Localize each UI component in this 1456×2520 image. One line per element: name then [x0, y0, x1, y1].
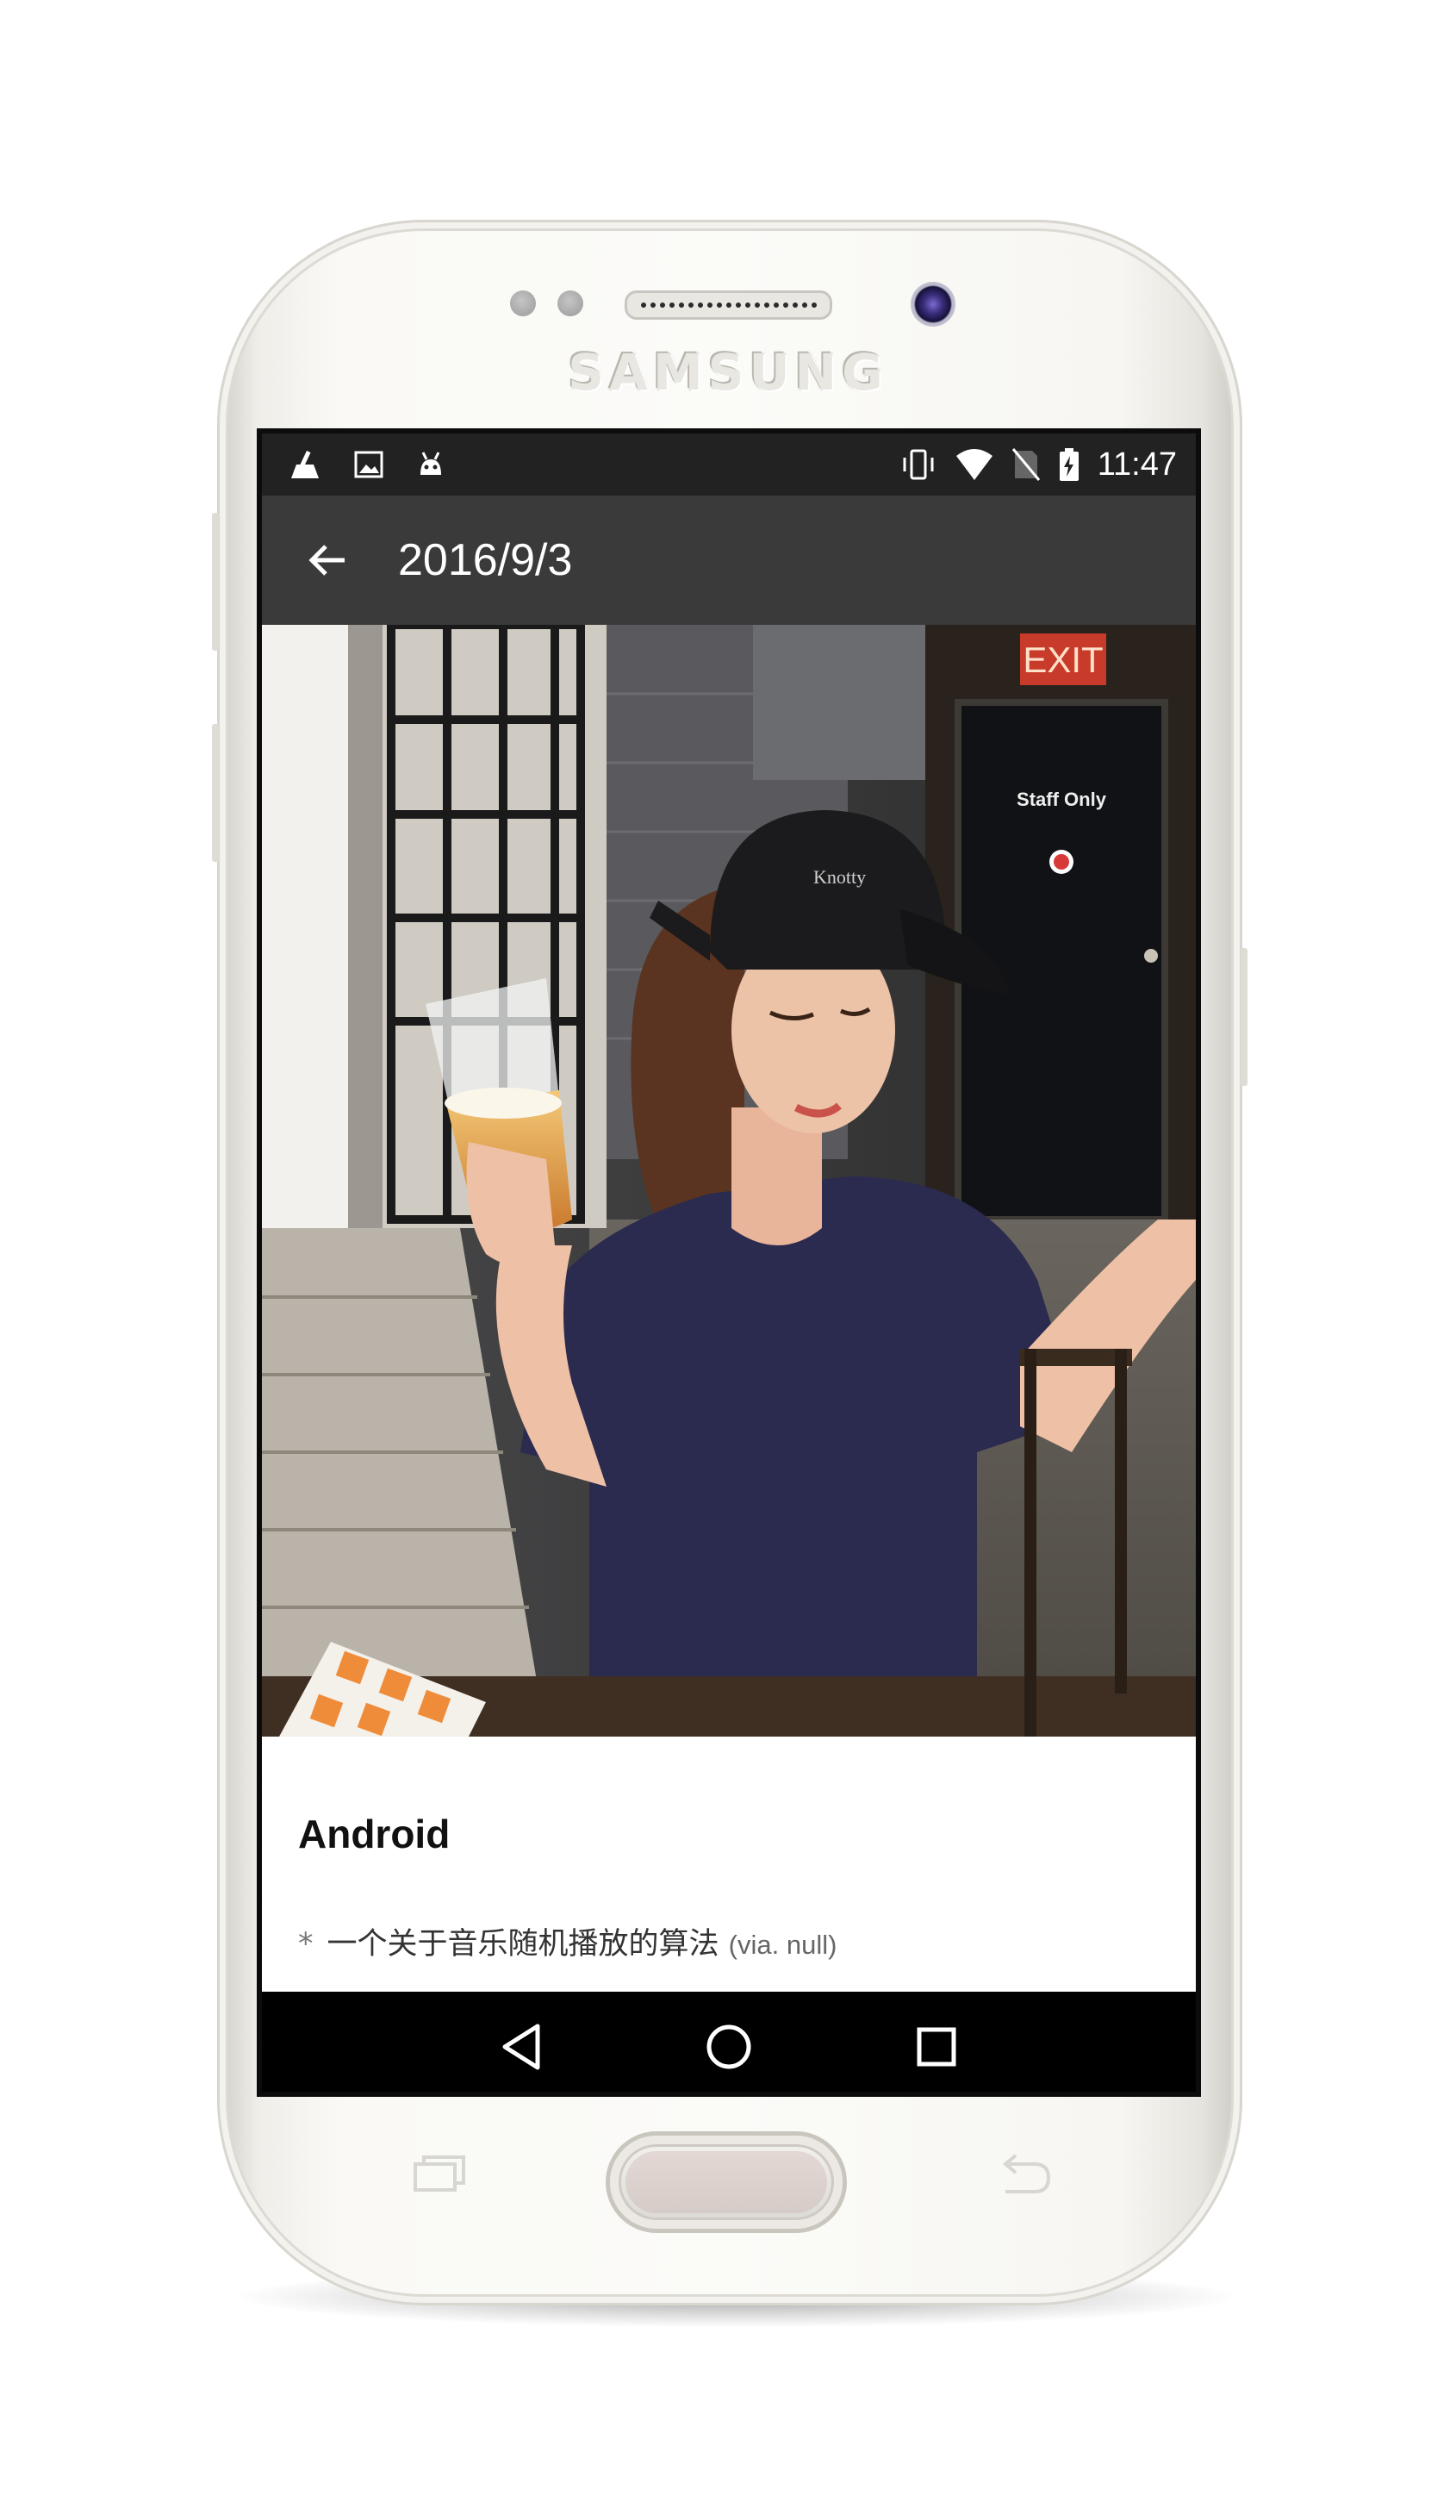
vibrate-icon — [903, 449, 934, 480]
section-title: Android — [298, 1812, 451, 1856]
status-bar: 11:47 — [262, 434, 1196, 496]
image-icon — [354, 451, 383, 478]
list-item[interactable]: * 一个关于音乐随机播放的算法 (via. null) — [298, 1919, 837, 1963]
svg-text:Knotty: Knotty — [813, 866, 866, 888]
article-title-link[interactable]: 一个关于音乐随机播放的算法 — [327, 1927, 719, 1962]
front-camera-icon — [911, 282, 955, 327]
light-sensor — [557, 290, 583, 316]
nav-back-button[interactable] — [491, 2017, 551, 2077]
recents-square-icon — [917, 2027, 956, 2067]
brand-logo: SAMSUNG — [568, 343, 888, 402]
bullet: * — [298, 1927, 314, 1962]
status-time: 11:47 — [1097, 446, 1177, 483]
back-triangle-icon — [502, 2024, 540, 2070]
no-sim-icon — [1011, 448, 1040, 481]
side-button-left-2 — [212, 724, 219, 862]
hardware-home-button[interactable] — [610, 2136, 843, 2229]
cleaner-icon — [291, 450, 319, 478]
phone-screen: 11:47 2016/9/3 EXIT Staff Only Knotty An… — [257, 428, 1201, 2097]
home-circle-icon — [706, 2024, 751, 2069]
fingerprint-sensor — [625, 2151, 827, 2213]
battery-charging-icon — [1059, 448, 1079, 481]
arrow-back-icon — [308, 545, 345, 576]
nav-bar — [262, 1992, 1196, 2092]
earpiece-speaker — [625, 290, 832, 320]
nav-recents-button[interactable] — [906, 2017, 967, 2077]
back-button[interactable] — [302, 534, 353, 586]
content-area: Android * 一个关于音乐随机播放的算法 (via. null) — [262, 1737, 1196, 1992]
hardware-recents-icon[interactable] — [412, 2152, 467, 2195]
side-button-left — [212, 513, 219, 651]
app-toolbar: 2016/9/3 — [262, 496, 1196, 625]
side-button-right — [1241, 948, 1248, 1086]
exit-sign: EXIT — [1023, 639, 1103, 680]
staff-only-sign: Staff Only — [1017, 789, 1107, 810]
hardware-back-icon[interactable] — [997, 2152, 1054, 2197]
page-title: 2016/9/3 — [398, 535, 573, 585]
android-icon — [420, 452, 441, 475]
nav-home-button[interactable] — [699, 2017, 759, 2077]
wifi-icon — [955, 449, 992, 480]
header-photo[interactable]: EXIT Staff Only Knotty — [262, 625, 1196, 1737]
article-via: (via. null) — [728, 1930, 837, 1960]
proximity-sensor — [510, 290, 536, 316]
